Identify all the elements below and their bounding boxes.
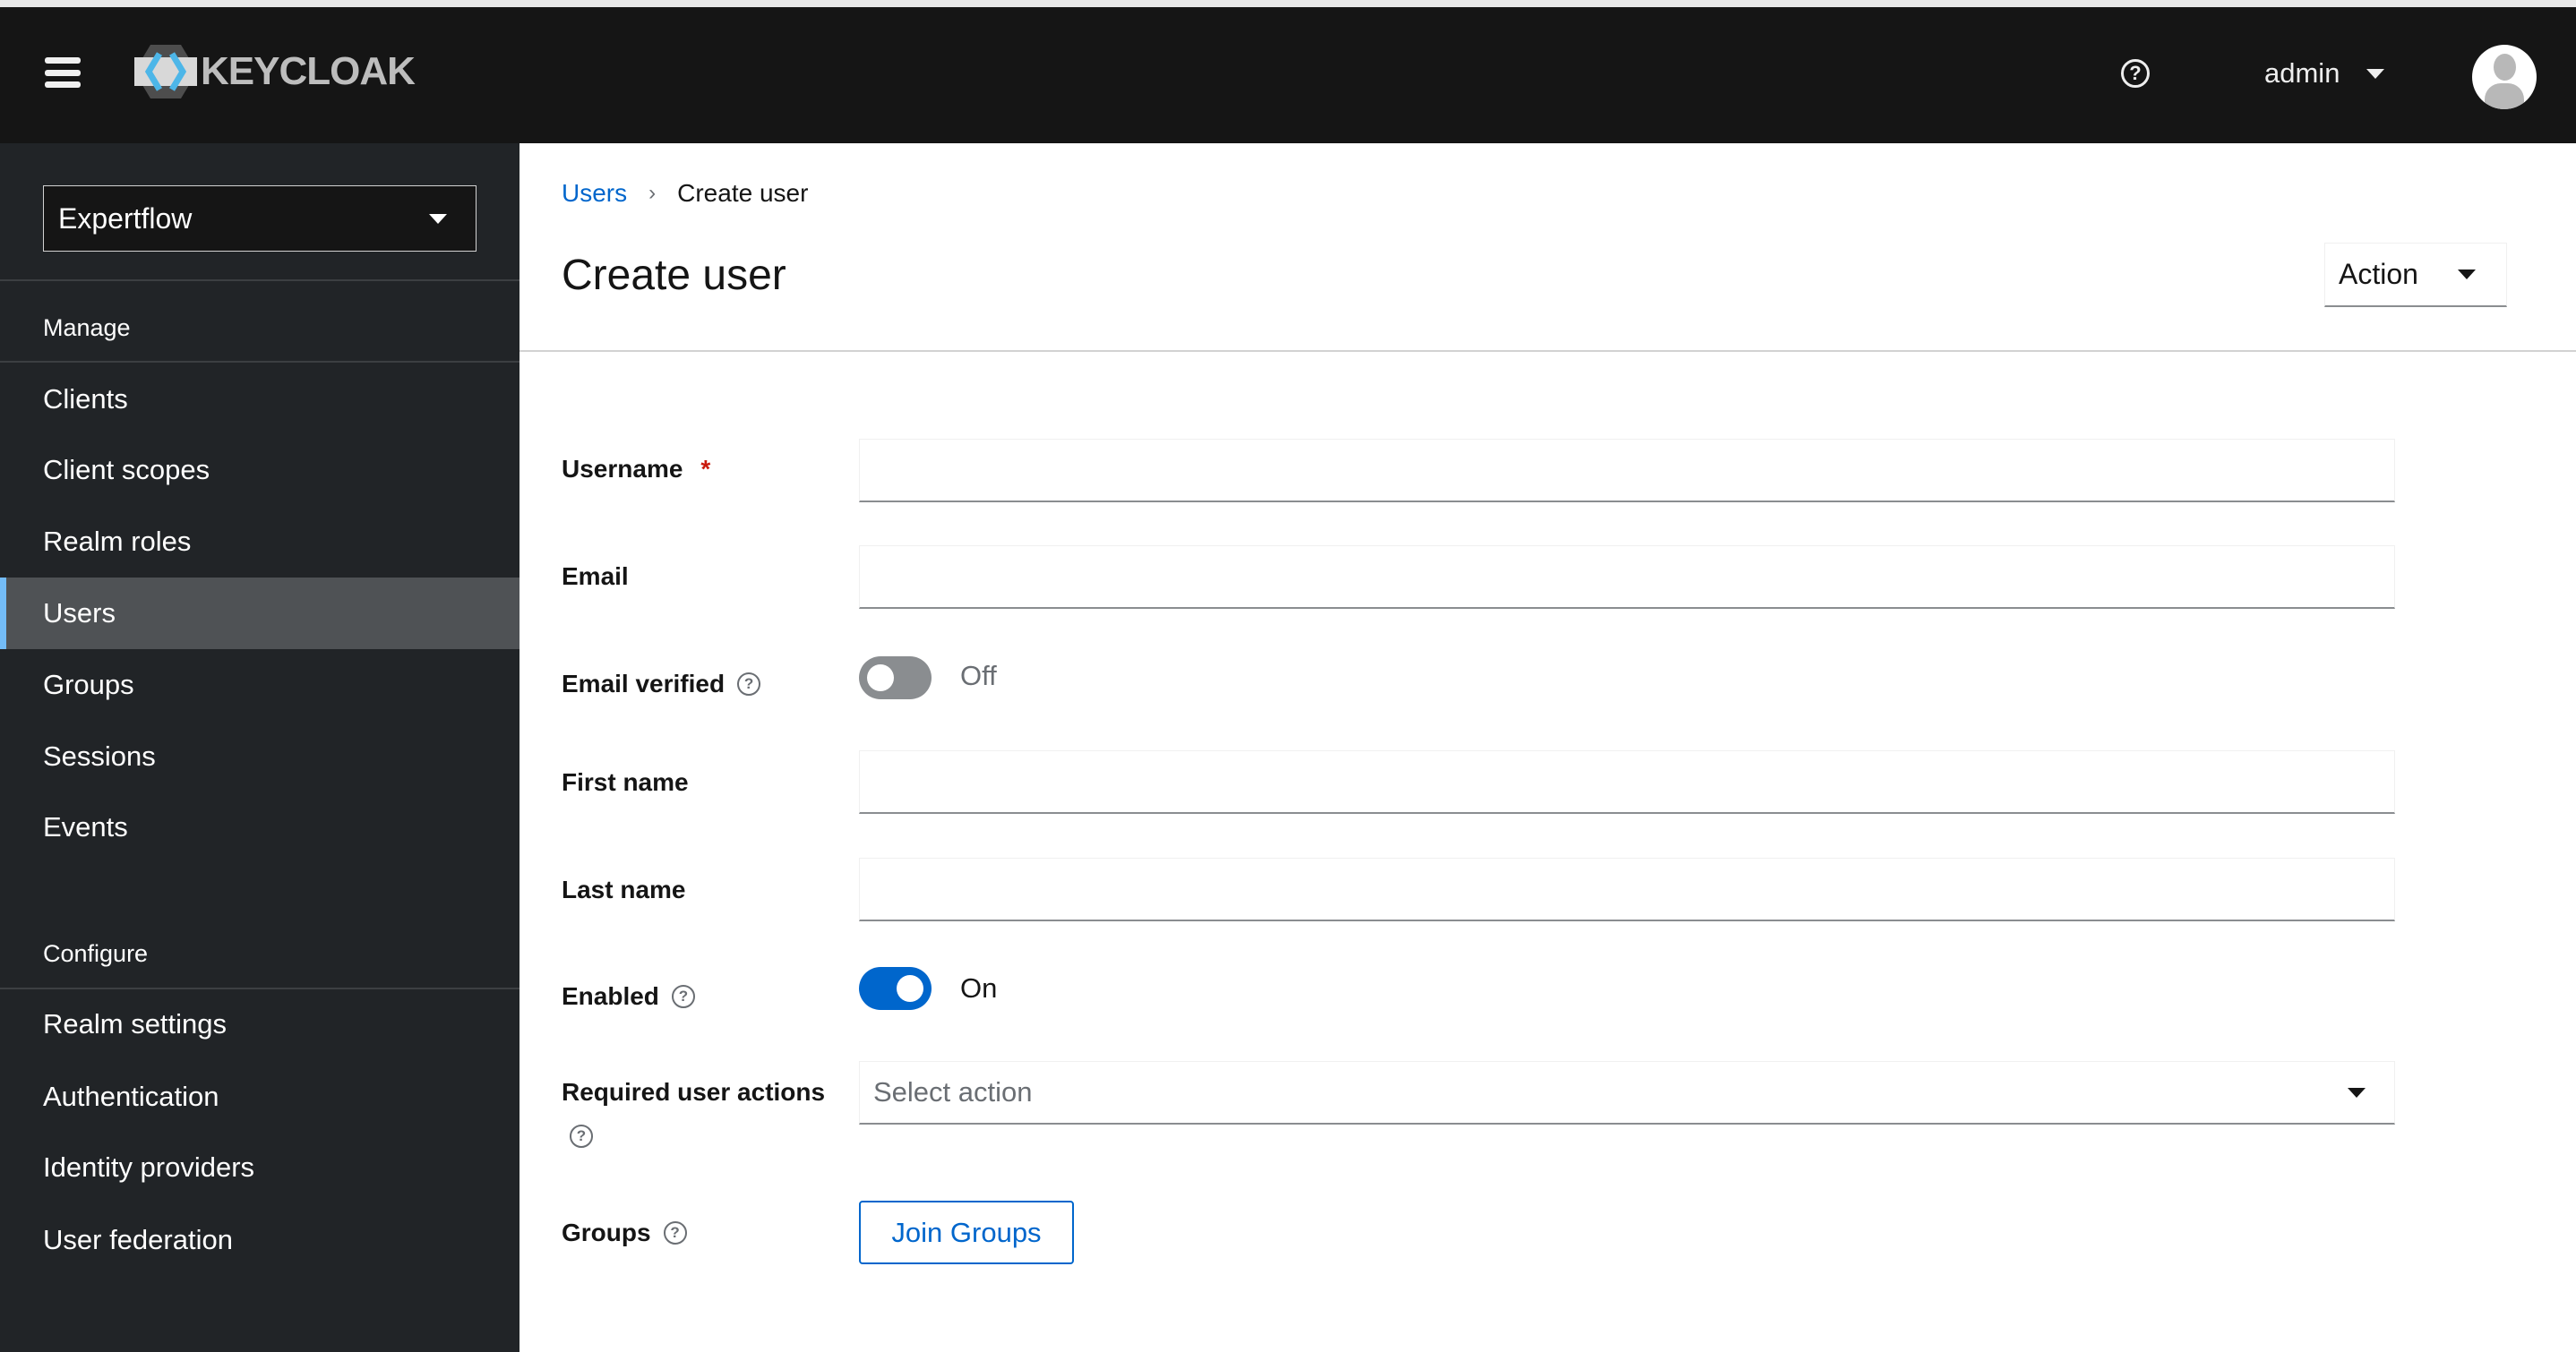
- top-strip: [0, 0, 2576, 7]
- sidebar-item-groups[interactable]: Groups: [0, 649, 519, 721]
- keycloak-logo[interactable]: KEYCLOAK: [134, 43, 416, 100]
- section-configure: Configure: [43, 940, 149, 967]
- sidebar-item-realm-roles[interactable]: Realm roles: [0, 506, 519, 578]
- caret-down-icon: [429, 213, 447, 224]
- email-verified-label: Email verified?: [562, 670, 761, 698]
- hamburger-menu-icon[interactable]: [45, 57, 81, 88]
- section-manage: Manage: [43, 314, 131, 341]
- first-name-input[interactable]: [859, 750, 2395, 814]
- first-name-label: First name: [562, 768, 689, 797]
- help-icon[interactable]: ?: [570, 1125, 593, 1148]
- username-label: Username *: [562, 455, 710, 483]
- action-dropdown[interactable]: Action: [2324, 243, 2507, 307]
- breadcrumb-current: Create user: [677, 179, 809, 207]
- required-mark: *: [700, 455, 711, 483]
- divider: [0, 361, 519, 363]
- realm-name: Expertflow: [58, 201, 193, 235]
- username-input[interactable]: [859, 439, 2395, 502]
- groups-label-text: Groups: [562, 1219, 651, 1246]
- caret-down-icon: [2458, 270, 2476, 279]
- join-groups-button[interactable]: Join Groups: [859, 1201, 1074, 1264]
- action-label: Action: [2339, 258, 2418, 290]
- divider: [519, 350, 2576, 352]
- email-input[interactable]: [859, 545, 2395, 609]
- last-name-label: Last name: [562, 876, 686, 904]
- email-verified-toggle[interactable]: [859, 656, 932, 699]
- required-actions-label-text: Required user actions: [562, 1078, 826, 1106]
- username-label-text: Username: [562, 455, 683, 483]
- user-menu[interactable]: admin: [2264, 57, 2385, 90]
- first-name-label-text: First name: [562, 768, 689, 796]
- enabled-toggle[interactable]: [859, 967, 932, 1010]
- enabled-label: Enabled?: [562, 982, 695, 1011]
- realm-selector[interactable]: Expertflow: [43, 185, 477, 252]
- required-actions-select[interactable]: Select action: [859, 1061, 2395, 1125]
- last-name-label-text: Last name: [562, 876, 686, 903]
- breadcrumb-users-link[interactable]: Users: [562, 179, 627, 208]
- sidebar-item-clients[interactable]: Clients: [0, 364, 519, 435]
- sidebar-item-events[interactable]: Events: [0, 792, 519, 863]
- caret-down-icon: [2366, 68, 2385, 79]
- groups-label: Groups?: [562, 1219, 687, 1247]
- caret-down-icon: [2348, 1087, 2366, 1098]
- help-icon[interactable]: ?: [663, 1221, 687, 1245]
- email-verified-label-text: Email verified: [562, 670, 726, 697]
- enabled-label-text: Enabled: [562, 982, 659, 1010]
- email-label: Email: [562, 562, 629, 591]
- required-actions-label: Required user actions: [562, 1078, 825, 1107]
- page-title: Create user: [562, 252, 786, 299]
- sidebar-item-users[interactable]: Users: [0, 578, 519, 649]
- sidebar-item-sessions[interactable]: Sessions: [0, 721, 519, 792]
- sidebar-item-client-scopes[interactable]: Client scopes: [0, 434, 519, 506]
- email-label-text: Email: [562, 562, 629, 590]
- enabled-state: On: [960, 972, 998, 1004]
- chevron-right-icon: ›: [648, 181, 657, 205]
- logo-text: KEYCLOAK: [201, 49, 416, 93]
- breadcrumb: Users › Create user: [562, 179, 808, 208]
- user-name: admin: [2264, 57, 2340, 89]
- sidebar-item-identity-providers[interactable]: Identity providers: [0, 1132, 519, 1203]
- avatar[interactable]: [2472, 45, 2537, 109]
- divider: [0, 279, 519, 281]
- email-verified-state: Off: [960, 660, 997, 691]
- last-name-input[interactable]: [859, 858, 2395, 921]
- help-icon[interactable]: ?: [2121, 59, 2150, 88]
- keycloak-logo-icon: [134, 45, 197, 98]
- select-placeholder: Select action: [873, 1076, 1033, 1108]
- sidebar-item-user-federation[interactable]: User federation: [0, 1204, 519, 1276]
- help-icon[interactable]: ?: [671, 985, 695, 1008]
- sidebar-item-authentication[interactable]: Authentication: [0, 1061, 519, 1133]
- help-icon[interactable]: ?: [737, 672, 761, 696]
- sidebar-item-realm-settings[interactable]: Realm settings: [0, 988, 519, 1060]
